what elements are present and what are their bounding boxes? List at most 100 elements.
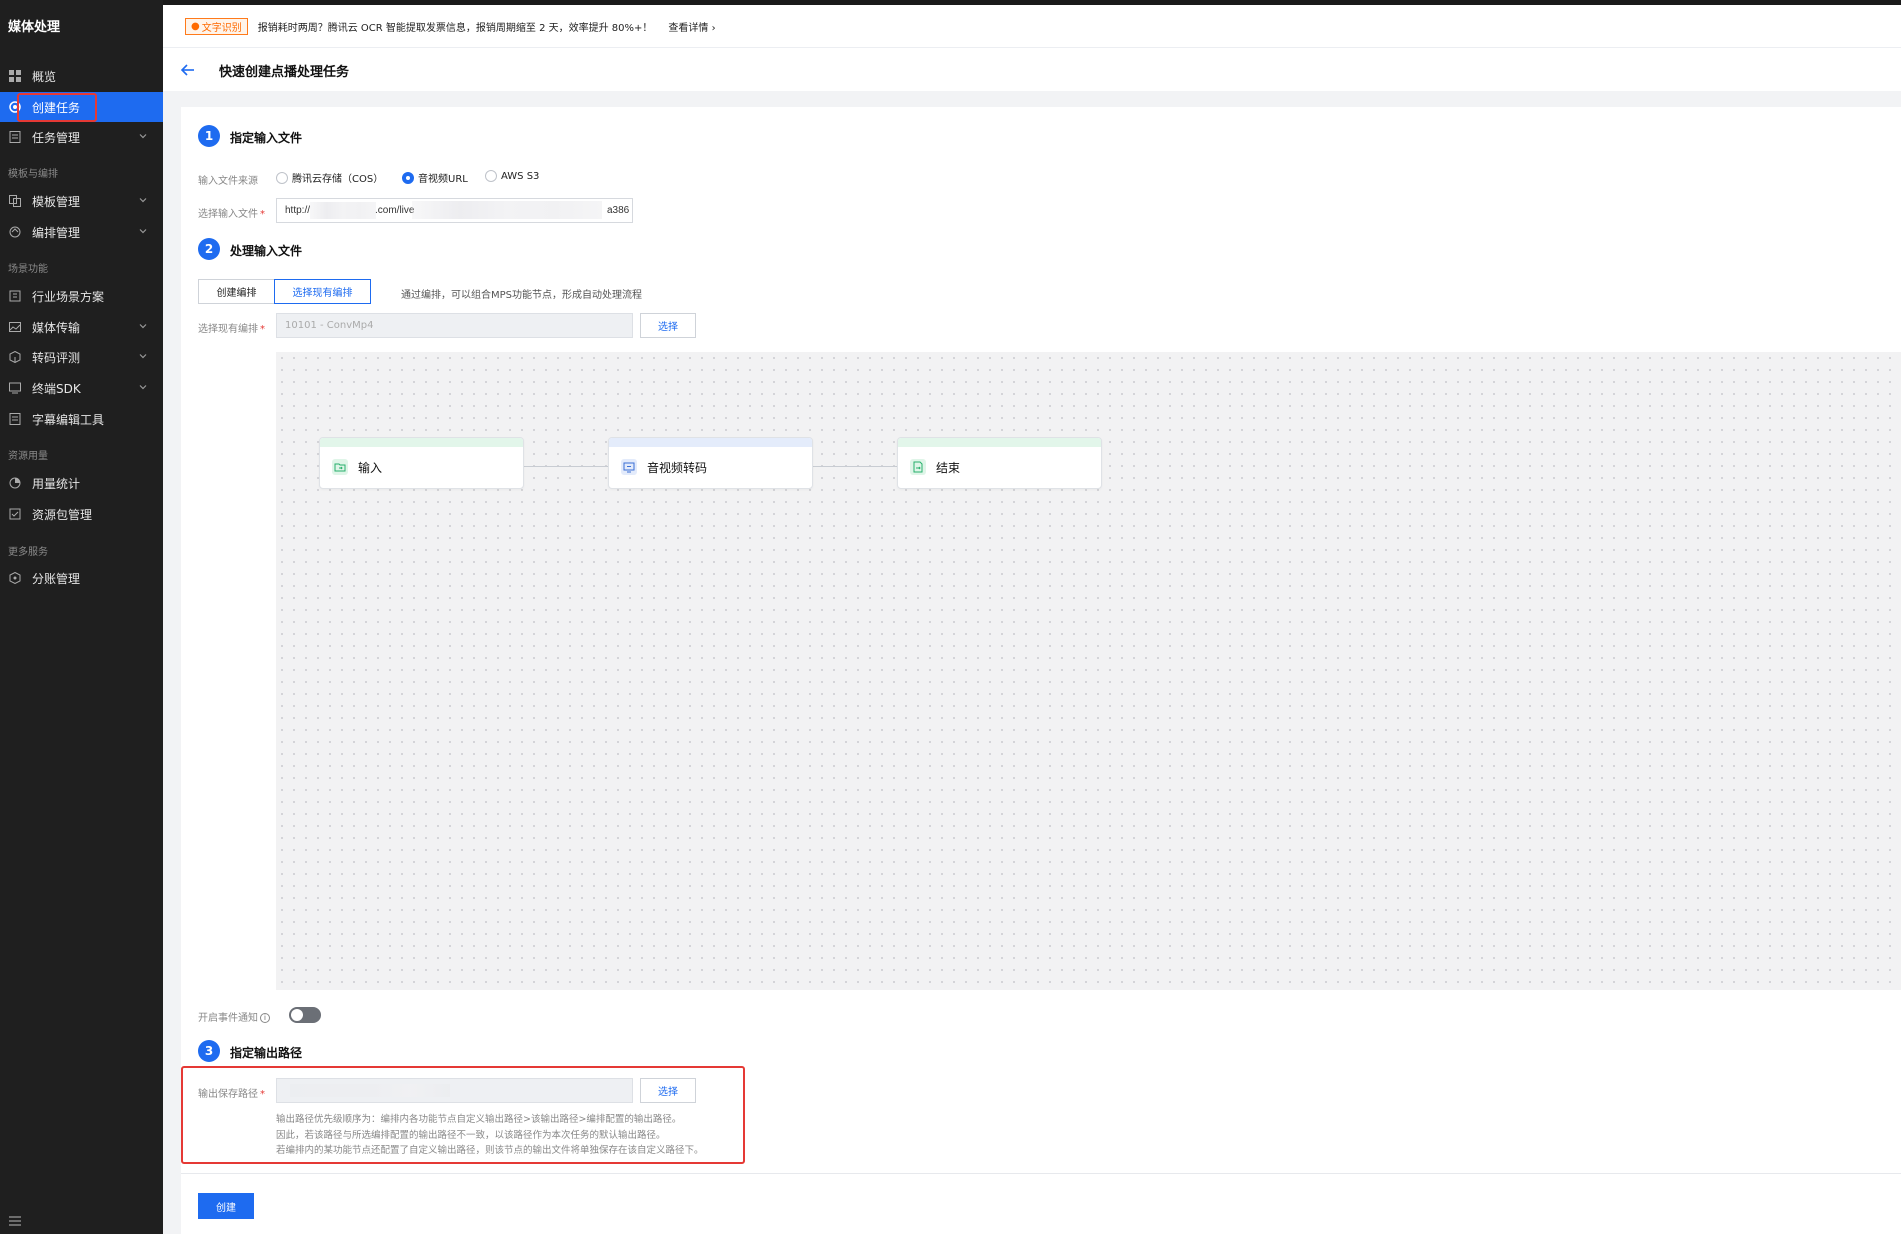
collapse-menu-icon[interactable] (8, 1214, 22, 1228)
cube-icon (8, 350, 22, 364)
node-header-bar (898, 438, 1101, 447)
radio-label: 腾讯云存储（COS） (292, 174, 384, 185)
sidebar-section-more: 更多服务 (8, 547, 48, 558)
url-suffix: a386 (607, 205, 630, 216)
step-1-title: 指定输入文件 (230, 131, 303, 145)
chevron-down-icon (137, 130, 149, 142)
sidebar-item-resource-packages[interactable]: 资源包管理 (0, 499, 163, 529)
radio-av-url[interactable]: 音视频URL (402, 170, 468, 185)
sidebar-item-media-transfer[interactable]: 媒体传输 (0, 312, 163, 342)
sidebar-item-label: 用量统计 (32, 476, 81, 491)
sidebar-item-label: 资源包管理 (32, 507, 93, 522)
footer-divider (181, 1173, 1901, 1174)
shield-icon (8, 571, 22, 585)
sidebar-item-industry-solutions[interactable]: 行业场景方案 (0, 281, 163, 311)
event-notify-label: 开启事件通知 i (198, 1009, 270, 1024)
building-icon (8, 289, 22, 303)
select-output-path-button[interactable]: 选择 (640, 1078, 696, 1103)
grid-icon (8, 69, 22, 83)
promo-details-link[interactable]: 查看详情 › (668, 19, 715, 34)
select-orchestration-button[interactable]: 选择 (640, 313, 696, 338)
sidebar-item-label: 分账管理 (32, 571, 81, 586)
file-export-icon (910, 459, 926, 475)
chevron-down-icon (137, 225, 149, 237)
toggle-knob (291, 1009, 303, 1021)
sidebar-item-orchestration-management[interactable]: 编排管理 (0, 217, 163, 247)
sidebar-item-label: 任务管理 (32, 130, 81, 145)
sidebar-item-split-accounts[interactable]: 分账管理 (0, 563, 163, 593)
folder-icon (332, 459, 348, 475)
input-file-label: 选择输入文件 * (198, 209, 265, 220)
radio-label: AWS S3 (501, 170, 540, 182)
workflow-node-transcode[interactable]: 音视频转码 (608, 437, 813, 489)
input-source-label: 输入文件来源 (198, 176, 258, 187)
chevron-down-icon (137, 320, 149, 332)
sidebar-item-label: 终端SDK (32, 381, 81, 396)
image-icon (8, 320, 22, 334)
sidebar-item-overview[interactable]: 概览 (0, 61, 163, 91)
sidebar-item-template-management[interactable]: 模板管理 (0, 186, 163, 216)
node-label: 输入 (358, 461, 383, 475)
sidebar-item-subtitle-editor[interactable]: 字幕编辑工具 (0, 404, 163, 434)
sidebar-item-create-task[interactable]: 创建任务 (0, 92, 163, 122)
package-icon (8, 507, 22, 521)
radio-circle (276, 171, 288, 184)
sidebar-item-label: 字幕编辑工具 (32, 412, 105, 427)
page-title: 快速创建点播处理任务 (219, 65, 350, 80)
promo-text: 报销耗时两周？腾讯云 OCR 智能提取发票信息，报销周期缩至 2 天，效率提升 … (257, 22, 653, 34)
radio-cos[interactable]: 腾讯云存储（COS） (276, 170, 383, 185)
sidebar: 媒体处理 概览 创建任务 任务管理 模板与编排 模板管理 编排管理 场景功能 行… (0, 0, 163, 1234)
sidebar-item-label: 编排管理 (32, 225, 81, 240)
page-header: 快速创建点播处理任务 (163, 48, 1901, 91)
promo-tag: ● 文字识别 (185, 17, 248, 35)
orchestration-hint: 通过编排，可以组合MPS功能节点，形成自动处理流程 (401, 290, 643, 301)
chevron-down-icon (137, 381, 149, 393)
chevron-right-icon: › (711, 22, 716, 34)
output-path-note-line: 因此，若该路径与所选编排配置的输出路径不一致，以该路径作为本次任务的默认输出路径… (276, 1130, 666, 1141)
output-path-label: 输出保存路径 * (198, 1089, 265, 1100)
workflow-icon (8, 225, 22, 239)
sidebar-section-scenes: 场景功能 (8, 264, 48, 275)
workflow-node-input[interactable]: 输入 (319, 437, 524, 489)
chevron-down-icon (137, 350, 149, 362)
chevron-down-icon (137, 194, 149, 206)
redacted-region (412, 201, 602, 219)
redacted-region (310, 202, 376, 219)
sidebar-item-label: 概览 (32, 69, 57, 84)
promo-link-label: 查看详情 (668, 22, 709, 34)
tab-select-existing-orchestration[interactable]: 选择现有编排 (274, 279, 371, 304)
sidebar-item-transcode-evaluation[interactable]: 转码评测 (0, 342, 163, 372)
template-icon (8, 194, 22, 208)
sidebar-item-label: 转码评测 (32, 350, 81, 365)
url-domain: .com/live (375, 205, 415, 216)
output-path-note-line: 输出路径优先级顺序为：编排内各功能节点自定义输出路径>该输出路径>编排配置的输出… (276, 1114, 682, 1125)
workflow-node-end[interactable]: 结束 (897, 437, 1102, 489)
node-header-bar (320, 438, 523, 447)
event-notify-toggle[interactable] (289, 1007, 321, 1023)
sidebar-section-usage: 资源用量 (8, 451, 48, 462)
target-icon (8, 100, 22, 114)
sidebar-item-label: 行业场景方案 (32, 289, 105, 304)
pie-chart-icon (8, 476, 22, 490)
selected-orchestration-field: 10101 - ConvMp4 (276, 313, 633, 338)
sidebar-item-usage-stats[interactable]: 用量统计 (0, 468, 163, 498)
step-2-badge: 2 (198, 238, 220, 260)
promo-tag-label: 文字识别 (201, 22, 242, 34)
info-icon[interactable]: i (260, 1013, 270, 1023)
product-title: 媒体处理 (8, 20, 61, 35)
back-arrow-icon[interactable] (180, 62, 196, 78)
workflow-edge (524, 466, 608, 467)
select-orchestration-label: 选择现有编排 * (198, 324, 265, 335)
monitor-icon (8, 381, 22, 395)
sidebar-item-terminal-sdk[interactable]: 终端SDK (0, 373, 163, 403)
sidebar-section-templates: 模板与编排 (8, 169, 58, 180)
node-label: 结束 (936, 461, 961, 475)
sidebar-item-task-management[interactable]: 任务管理 (0, 122, 163, 152)
create-button[interactable]: 创建 (198, 1193, 254, 1219)
redacted-region (290, 1084, 450, 1097)
tab-create-orchestration[interactable]: 创建编排 (198, 279, 275, 304)
transcode-icon (621, 459, 637, 475)
fire-icon: ● (191, 20, 200, 32)
radio-aws-s3[interactable]: AWS S3 (485, 170, 539, 182)
radio-circle (485, 170, 497, 182)
